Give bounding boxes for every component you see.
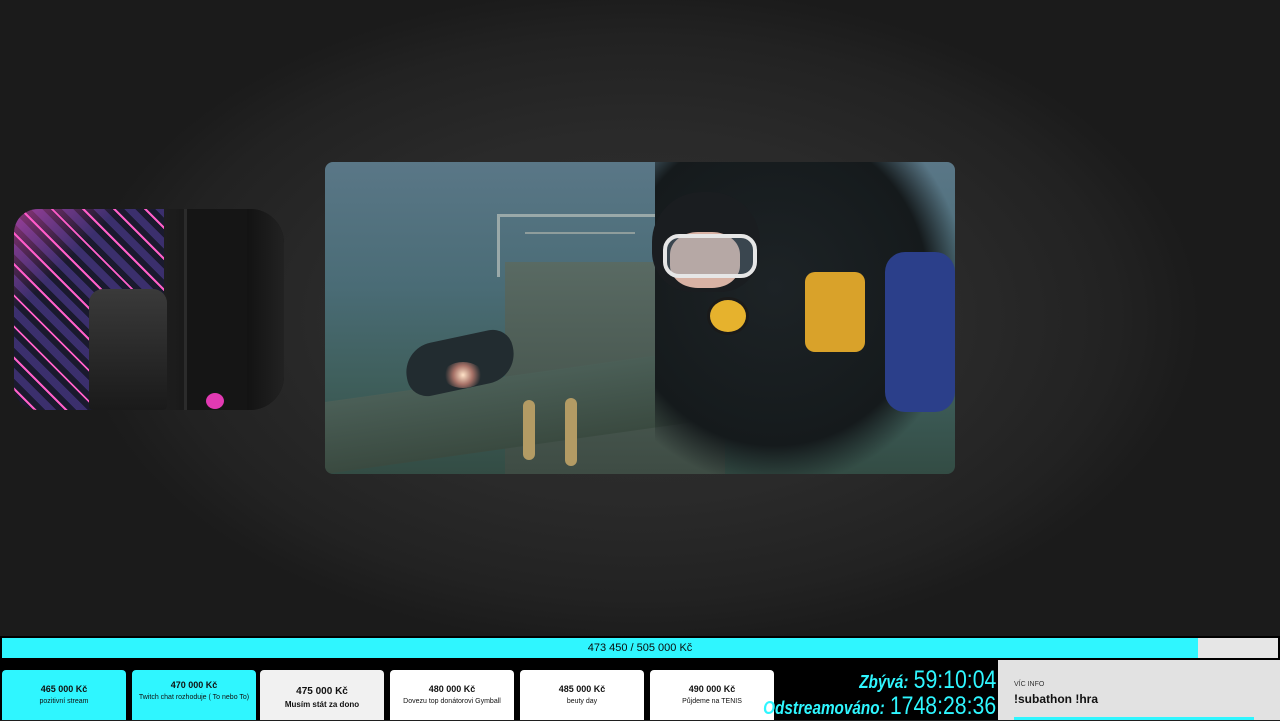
goal-label: pozitivní stream: [39, 698, 89, 705]
diver-badge: [707, 297, 749, 335]
webcam-door: [184, 209, 247, 410]
stream-stage: [0, 0, 1280, 636]
donation-goal-bar: 473 450 / 505 000 Kč: [0, 636, 1280, 660]
streamed-label: Odstreamováno:: [762, 698, 885, 718]
goal-card: 490 000 Kč Půjdeme na TENIS: [650, 670, 774, 720]
coral: [565, 398, 577, 466]
streamed-value: 1748:28:36: [889, 692, 996, 720]
main-video-player[interactable]: [325, 162, 955, 474]
goal-label: beuty day: [566, 698, 598, 705]
diver-tank: [805, 272, 865, 352]
progress-text: 473 450 / 505 000 Kč: [587, 642, 693, 654]
remaining-timer: Zbývá: 59:10:04: [859, 666, 996, 695]
goal-amount: 475 000 Kč: [296, 686, 348, 697]
webcam-pink-object: [206, 393, 224, 409]
goal-label: Twitch chat rozhoduje ( To nebo To): [138, 694, 250, 701]
coral: [523, 400, 535, 460]
goal-amount: 470 000 Kč: [170, 680, 218, 690]
goal-card: 465 000 Kč pozitivní stream: [2, 670, 126, 720]
webcam-feed: [14, 209, 284, 410]
shipwreck-railing-lower: [525, 232, 635, 274]
goal-amount: 465 000 Kč: [40, 684, 88, 694]
goal-label: Musím stát za dono: [284, 700, 360, 709]
dive-light: [443, 362, 483, 388]
remaining-value: 59:10:04: [913, 666, 996, 694]
info-caption: VÍC INFO: [1014, 681, 1045, 688]
goal-card: 485 000 Kč beuty day: [520, 670, 644, 720]
goal-amount: 485 000 Kč: [558, 684, 606, 694]
goal-amount: 480 000 Kč: [428, 684, 476, 694]
info-panel: VÍC INFO !subathon !hra: [998, 660, 1280, 720]
diver-suit: [885, 252, 955, 412]
streamed-timer: Odstreamováno: 1748:28:36: [763, 692, 996, 721]
webcam-gaming-chair: [89, 289, 167, 410]
goal-amount: 490 000 Kč: [688, 684, 736, 694]
goal-label: Půjdeme na TENIS: [682, 698, 742, 705]
progress-track: 473 450 / 505 000 Kč: [2, 638, 1278, 658]
diver-mask: [663, 234, 757, 278]
goal-card: 480 000 Kč Dovezu top donátorovi Gymball: [390, 670, 514, 720]
subathon-timers: Zbývá: 59:10:04 Odstreamováno: 1748:28:36: [763, 660, 998, 720]
goal-card: 475 000 Kč Musím stát za dono: [260, 670, 384, 720]
goal-card: 470 000 Kč Twitch chat rozhoduje ( To ne…: [132, 670, 256, 720]
goal-label: Dovezu top donátorovi Gymball: [403, 698, 501, 705]
remaining-label: Zbývá:: [858, 672, 909, 692]
chat-commands: !subathon !hra: [1014, 692, 1098, 706]
